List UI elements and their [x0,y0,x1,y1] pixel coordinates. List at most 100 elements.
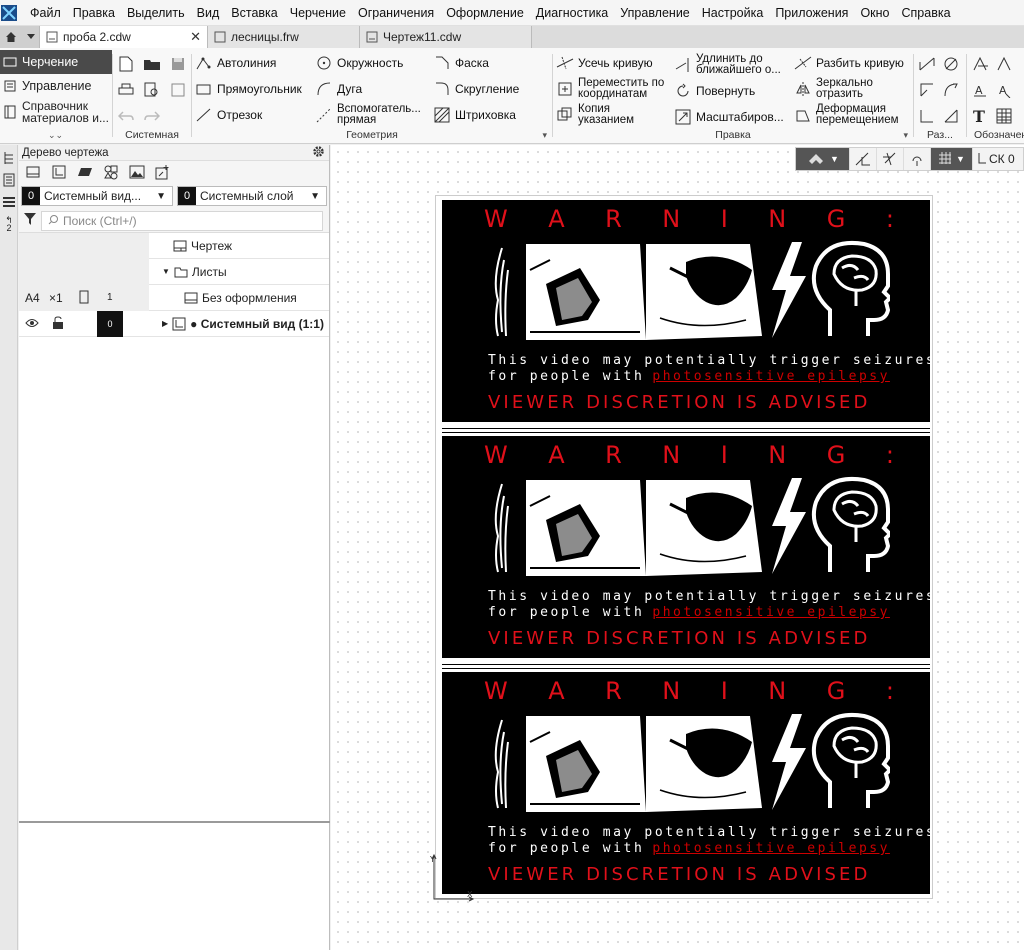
menu-item[interactable]: Правка [67,6,121,20]
break-dimension-icon[interactable] [941,106,961,126]
insert-view-icon[interactable] [153,163,173,181]
diameter-dimension-icon[interactable] [941,54,961,74]
mode-management[interactable]: Управление [0,74,112,98]
rectangle-button[interactable]: Прямоугольник [195,80,302,98]
layer-select[interactable]: 0 Системный слой ▼ [177,186,327,206]
text-icon[interactable]: T [970,106,990,126]
menu-item[interactable]: Управление [614,6,696,20]
menu-item[interactable]: Выделить [121,6,191,20]
roughness-icon[interactable] [970,54,990,74]
view-select[interactable]: 0 Системный вид... ▼ [21,186,173,206]
table-icon[interactable] [994,106,1014,126]
menu-item[interactable]: Оформление [440,6,530,20]
tab-lesnitsy[interactable]: лесницы.frw [208,26,360,48]
expand-icon[interactable]: ▾ [903,130,908,141]
epilepsy-link[interactable]: photosensitive epilepsy [652,369,890,384]
menu-item[interactable]: Черчение [284,6,352,20]
circle-button[interactable]: Окружность [315,54,403,72]
mode-drawing[interactable]: Черчение [0,50,112,74]
angle-dimension-icon[interactable] [917,106,937,126]
collapse-chevron-icon[interactable]: ⌄⌄ [48,130,63,141]
view-icon[interactable] [23,163,43,181]
position-mark-icon[interactable]: A [994,80,1014,100]
constraints-icon[interactable] [904,148,931,170]
new-file-icon[interactable] [116,54,136,74]
layer-group-icon[interactable] [101,163,121,181]
move-by-coords-button[interactable]: Переместить по координатам [556,77,664,100]
layers-icon[interactable] [0,191,18,213]
warning-panel[interactable]: WARNING: This video may potentially trig… [442,200,930,422]
menu-item[interactable]: Ограничения [352,6,440,20]
menu-item[interactable]: Приложения [769,6,854,20]
linear-dimension-icon[interactable] [917,54,937,74]
menu-item[interactable]: Вид [191,6,226,20]
open-folder-icon[interactable] [142,54,162,74]
deform-button[interactable]: Деформация перемещением [794,103,899,126]
tree-row-system-view[interactable]: 0 ▶ ● Системный вид (1:1) [19,311,329,337]
base-icon[interactable] [994,54,1014,74]
filter-icon[interactable] [23,212,37,229]
extend-button[interactable]: Удлинить до ближайшего о... [674,53,781,76]
menu-item[interactable]: Настройка [696,6,770,20]
close-icon[interactable]: ✕ [190,29,201,45]
epilepsy-link[interactable]: photosensitive epilepsy [652,841,890,856]
tab-chertezh11[interactable]: Чертеж11.cdw [360,26,532,48]
arc-button[interactable]: Дуга [315,80,362,98]
list-icon[interactable] [0,169,18,191]
arc-dimension-icon[interactable] [941,80,961,100]
expand-icon[interactable]: ▾ [542,130,547,141]
rotate-button[interactable]: Повернуть [674,82,755,100]
menu-item[interactable]: Диагностика [530,6,614,20]
search-input[interactable]: Поиск (Ctrl+/) [41,210,323,231]
tree-row-sheets[interactable]: ▼ Листы [19,259,329,285]
segment-button[interactable]: Отрезок [195,106,262,124]
drawing-canvas[interactable]: ▼ ▼ СК 0 WARNING: This video may potenti… [331,145,1024,950]
save-icon[interactable] [168,54,188,74]
grid-button[interactable]: ▼ [931,148,973,170]
eye-icon[interactable] [25,317,39,332]
scale-button[interactable]: Масштабиров... [674,108,784,126]
expand-arrow-icon[interactable]: ▶ [162,319,168,328]
properties-icon[interactable] [168,80,188,100]
menu-item[interactable]: Вставка [225,6,283,20]
menu-item[interactable]: Справка [896,6,957,20]
tab-proba2[interactable]: проба 2.cdw ✕ [40,26,208,48]
warning-panel[interactable]: WARNING: This video may potentially trig… [442,436,930,658]
mirror-button[interactable]: Зеркально отразить [794,77,873,100]
image-icon[interactable] [127,163,147,181]
radial-dimension-icon[interactable] [917,80,937,100]
tree-row-drawing[interactable]: Чертеж [19,233,329,259]
menu-item[interactable]: Окно [854,6,895,20]
split-curve-button[interactable]: Разбить кривую [794,54,904,72]
coordinate-system-select[interactable]: СК 0 [973,148,1023,170]
gear-icon[interactable] [312,145,325,161]
chamfer-button[interactable]: Фаска [433,54,489,72]
fillet-button[interactable]: Скругление [433,80,519,98]
print-icon[interactable] [116,80,136,100]
auxiliary-line-button[interactable]: Вспомогатель... прямая [315,103,421,126]
warning-panel[interactable]: WARNING: This video may potentially trig… [442,672,930,894]
drawing-sheet[interactable]: WARNING: This video may potentially trig… [435,195,933,899]
layer-icon[interactable] [75,163,95,181]
app-logo-icon[interactable] [0,4,18,22]
variables-icon[interactable]: ↰ 2 [0,213,18,235]
tree-row-sheet[interactable]: A4 ×1 1 Без оформления [19,285,329,311]
tree-panel-icon[interactable] [0,147,18,169]
expand-arrow-icon[interactable]: ▼ [162,267,170,276]
undo-icon[interactable] [116,106,136,126]
copy-by-pointing-button[interactable]: Копия указанием [556,103,634,126]
lock-open-icon[interactable] [52,316,64,333]
snap-options-icon[interactable] [850,148,877,170]
leader-icon[interactable]: A [970,80,990,100]
mode-materials[interactable]: Справочник материалов и... [0,98,112,126]
menu-item[interactable]: Файл [24,6,67,20]
local-cs-icon[interactable] [49,163,69,181]
preview-icon[interactable] [142,80,162,100]
hatch-button[interactable]: Штриховка [433,106,516,124]
parametric-icon[interactable] [877,148,904,170]
redo-icon[interactable] [142,106,162,126]
home-icon[interactable] [0,26,22,48]
tabs-dropdown-icon[interactable] [22,26,40,48]
snap-button[interactable]: ▼ [796,148,850,170]
autoline-button[interactable]: Автолиния [195,54,276,72]
